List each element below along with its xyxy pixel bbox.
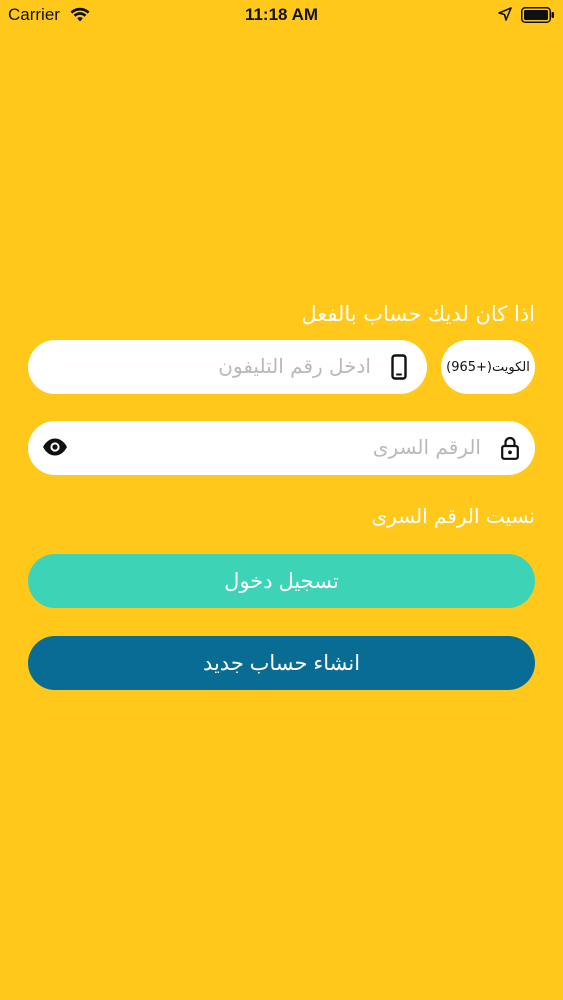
country-code-label: (965+)الكويت [446, 359, 530, 375]
status-bar: Carrier 11:18 AM [0, 0, 563, 30]
country-code-selector[interactable]: (965+)الكويت [441, 340, 535, 394]
battery-icon [521, 7, 555, 28]
phone-placeholder: ادخل رقم التليفون [218, 354, 371, 378]
password-placeholder: الرقم السرى [372, 435, 481, 459]
register-button[interactable]: انشاء حساب جديد [28, 636, 535, 690]
login-prompt-title: اذا كان لديك حساب بالفعل [301, 302, 535, 326]
mobile-phone-icon [391, 354, 407, 384]
password-input[interactable]: الرقم السرى [28, 421, 535, 475]
forgot-password-link[interactable]: نسيت الرقم السرى [371, 504, 535, 528]
login-button[interactable]: تسجيل دخول [28, 554, 535, 608]
location-arrow-icon [498, 7, 512, 26]
clock: 11:18 AM [244, 5, 319, 24]
login-screen: Carrier 11:18 AM اذا كان لديك حساب بالفع… [0, 0, 563, 1000]
phone-input[interactable]: ادخل رقم التليفون [28, 340, 427, 394]
eye-icon[interactable] [42, 438, 68, 460]
lock-icon [501, 436, 519, 464]
